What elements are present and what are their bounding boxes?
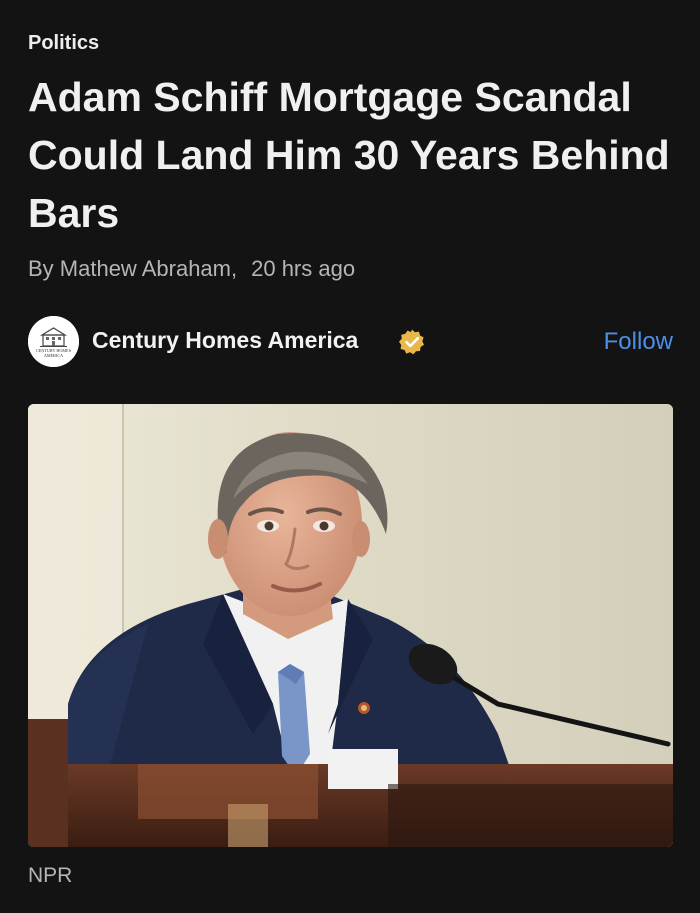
image-credit: NPR xyxy=(28,864,73,887)
hero-photo xyxy=(28,404,673,847)
publisher-row: CENTURY HOMES AMERICA Century Homes Amer… xyxy=(28,316,673,372)
verified-badge-icon xyxy=(399,329,424,355)
publish-time: 20 hrs ago xyxy=(251,256,356,281)
logo-text-line-2: AMERICA xyxy=(44,353,63,358)
byline: By Mathew Abraham, 20 hrs ago xyxy=(28,256,355,282)
follow-button[interactable]: Follow xyxy=(604,328,673,356)
article-headline[interactable]: Adam Schiff Mortgage Scandal Could Land … xyxy=(28,68,678,242)
publisher-name[interactable]: Century Homes America xyxy=(92,327,358,354)
publisher-logo[interactable]: CENTURY HOMES AMERICA xyxy=(28,316,79,367)
article-hero-image[interactable] xyxy=(28,404,673,847)
house-logo-icon: CENTURY HOMES AMERICA xyxy=(28,316,79,367)
category-label[interactable]: Politics xyxy=(28,32,99,55)
author-name: By Mathew Abraham, xyxy=(28,256,238,281)
